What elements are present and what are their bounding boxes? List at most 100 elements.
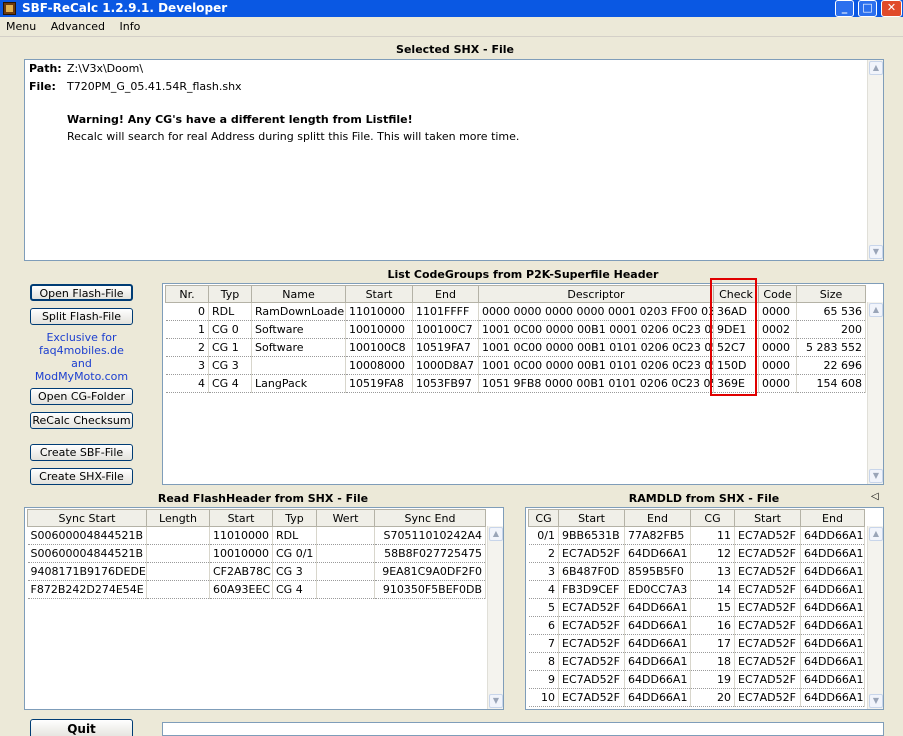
cell: EC7AD52F <box>558 544 625 563</box>
cell: EC7AD52F <box>734 544 801 563</box>
exclusive-line: Exclusive for <box>46 331 117 344</box>
cell: EC7AD52F <box>734 526 801 545</box>
quit-button[interactable]: Quit <box>30 719 133 736</box>
table-row[interactable]: S00600004844521B 11010000 RDL S705110102… <box>27 526 486 545</box>
col-descriptor[interactable]: Descriptor <box>478 285 714 303</box>
scroll-down-arrow-icon[interactable]: ▼ <box>869 245 883 259</box>
cell: 16 <box>690 616 735 635</box>
recalc-checksum-button[interactable]: ReCalc Checksum <box>30 412 133 429</box>
cell: LangPack <box>251 374 346 393</box>
menu-menu[interactable]: Menu <box>0 17 40 33</box>
collapse-arrow-icon[interactable]: ◁ <box>871 491 879 502</box>
table-row[interactable]: 0/1 9BB6531B 77A82FB5 11 EC7AD52F 64DD66A1 <box>528 526 865 545</box>
codegroups-scrollbar[interactable]: ▲ ▼ <box>867 302 883 484</box>
table-row[interactable]: S00600004844521B 10010000 CG 0/1 58B8F02… <box>27 544 486 563</box>
table-row[interactable]: 9 EC7AD52F 64DD66A1 19 EC7AD52F 64DD66A1 <box>528 670 865 689</box>
cell: 64DD66A1 <box>800 526 865 545</box>
close-button[interactable]: ✕ <box>881 0 902 17</box>
flashheader-scrollbar[interactable]: ▲ ▼ <box>487 526 503 709</box>
table-row[interactable]: 1 CG 0 Software 10010000 100100C7 1001 0… <box>165 320 866 339</box>
scroll-down-arrow-icon[interactable]: ▼ <box>489 694 503 708</box>
scroll-down-arrow-icon[interactable]: ▼ <box>869 694 883 708</box>
col-end[interactable]: End <box>800 509 865 527</box>
cell: EC7AD52F <box>558 634 625 653</box>
table-row[interactable]: 4 CG 4 LangPack 10519FA8 1053FB97 1051 9… <box>165 374 866 393</box>
selected-shx-scrollbar[interactable]: ▲ ▼ <box>867 60 883 260</box>
open-flash-file-button[interactable]: Open Flash-File <box>30 284 133 301</box>
scroll-up-arrow-icon[interactable]: ▲ <box>869 527 883 541</box>
col-start[interactable]: Start <box>558 509 625 527</box>
table-row[interactable]: 5 EC7AD52F 64DD66A1 15 EC7AD52F 64DD66A1 <box>528 598 865 617</box>
table-row[interactable]: 8 EC7AD52F 64DD66A1 18 EC7AD52F 64DD66A1 <box>528 652 865 671</box>
cell: 64DD66A1 <box>624 598 691 617</box>
ramdld-table: CG Start End CG Start End 0/1 9BB6531B 77A… <box>528 509 865 707</box>
scroll-up-arrow-icon[interactable]: ▲ <box>489 527 503 541</box>
col-name[interactable]: Name <box>251 285 346 303</box>
cell: 13 <box>690 562 735 581</box>
col-size[interactable]: Size <box>796 285 866 303</box>
cell: EC7AD52F <box>558 616 625 635</box>
col-typ[interactable]: Typ <box>208 285 252 303</box>
cell: 100100C8 <box>345 338 413 357</box>
cell: CG 1 <box>208 338 252 357</box>
cell <box>316 580 375 599</box>
table-row[interactable]: 2 CG 1 Software 100100C8 10519FA7 1001 0… <box>165 338 866 357</box>
minimize-button[interactable]: _ <box>835 0 854 17</box>
col-length[interactable]: Length <box>146 509 210 527</box>
cell: 64DD66A1 <box>800 688 865 707</box>
ramdld-scrollbar[interactable]: ▲ ▼ <box>867 526 883 709</box>
split-flash-file-button[interactable]: Split Flash-File <box>30 308 133 325</box>
table-row[interactable]: 2 EC7AD52F 64DD66A1 12 EC7AD52F 64DD66A1 <box>528 544 865 563</box>
cell: 64DD66A1 <box>800 652 865 671</box>
create-shx-file-button[interactable]: Create SHX-File <box>30 468 133 485</box>
cell: 5 283 552 <box>796 338 866 357</box>
col-typ[interactable]: Typ <box>272 509 317 527</box>
create-sbf-file-button[interactable]: Create SBF-File <box>30 444 133 461</box>
cell: EC7AD52F <box>734 670 801 689</box>
file-row: File: T720PM_G_05.41.54R_flash.shx <box>29 80 242 93</box>
col-end[interactable]: End <box>624 509 691 527</box>
cell: 64DD66A1 <box>800 598 865 617</box>
menu-info[interactable]: Info <box>113 17 145 33</box>
table-row[interactable]: 7 EC7AD52F 64DD66A1 17 EC7AD52F 64DD66A1 <box>528 634 865 653</box>
cell: RDL <box>272 526 317 545</box>
table-row[interactable]: 10 EC7AD52F 64DD66A1 20 EC7AD52F 64DD66A1 <box>528 688 865 707</box>
cell: Software <box>251 338 346 357</box>
menu-advanced[interactable]: Advanced <box>44 17 109 33</box>
col-sync-start[interactable]: Sync Start <box>27 509 147 527</box>
col-cg[interactable]: CG <box>690 509 735 527</box>
cell: F872B242D274E54E <box>27 580 147 599</box>
cell: 22 696 <box>796 356 866 375</box>
col-start[interactable]: Start <box>209 509 273 527</box>
table-row[interactable]: 4 FB3D9CEF ED0CC7A3 14 EC7AD52F 64DD66A1 <box>528 580 865 599</box>
cell: 64DD66A1 <box>800 562 865 581</box>
table-row[interactable]: 9408171B9176DEDE CF2AB78C CG 3 9EA81C9A0… <box>27 562 486 581</box>
col-end[interactable]: End <box>412 285 479 303</box>
cell: 9408171B9176DEDE <box>27 562 147 581</box>
col-sync-end[interactable]: Sync End <box>374 509 486 527</box>
cell: 64DD66A1 <box>624 652 691 671</box>
cell: 9 <box>528 670 559 689</box>
cell: 0002 <box>758 320 797 339</box>
col-start[interactable]: Start <box>345 285 413 303</box>
col-start[interactable]: Start <box>734 509 801 527</box>
cell: 1051 9FB8 0000 00B1 0101 0206 0C23 0541 <box>478 374 714 393</box>
col-cg[interactable]: CG <box>528 509 559 527</box>
cell: CG 4 <box>272 580 317 599</box>
cell: EC7AD52F <box>558 688 625 707</box>
cell: 3 <box>528 562 559 581</box>
scroll-up-arrow-icon[interactable]: ▲ <box>869 61 883 75</box>
col-wert[interactable]: Wert <box>316 509 375 527</box>
scroll-up-arrow-icon[interactable]: ▲ <box>869 303 883 317</box>
open-cg-folder-button[interactable]: Open CG-Folder <box>30 388 133 405</box>
col-code[interactable]: Code <box>758 285 797 303</box>
table-row[interactable]: 3 6B487F0D 8595B5F0 13 EC7AD52F 64DD66A1 <box>528 562 865 581</box>
table-row[interactable]: F872B242D274E54E 60A93EEC CG 4 910350F5B… <box>27 580 486 599</box>
table-row[interactable]: 3 CG 3 10008000 1000D8A7 1001 0C00 0000 … <box>165 356 866 375</box>
selected-shx-title: Selected SHX - File <box>396 43 514 56</box>
table-row[interactable]: 0 RDL RamDownLoader 11010000 1101FFFF 00… <box>165 302 866 321</box>
maximize-button[interactable]: □ <box>858 0 877 17</box>
table-row[interactable]: 6 EC7AD52F 64DD66A1 16 EC7AD52F 64DD66A1 <box>528 616 865 635</box>
scroll-down-arrow-icon[interactable]: ▼ <box>869 469 883 483</box>
col-nr[interactable]: Nr. <box>165 285 209 303</box>
